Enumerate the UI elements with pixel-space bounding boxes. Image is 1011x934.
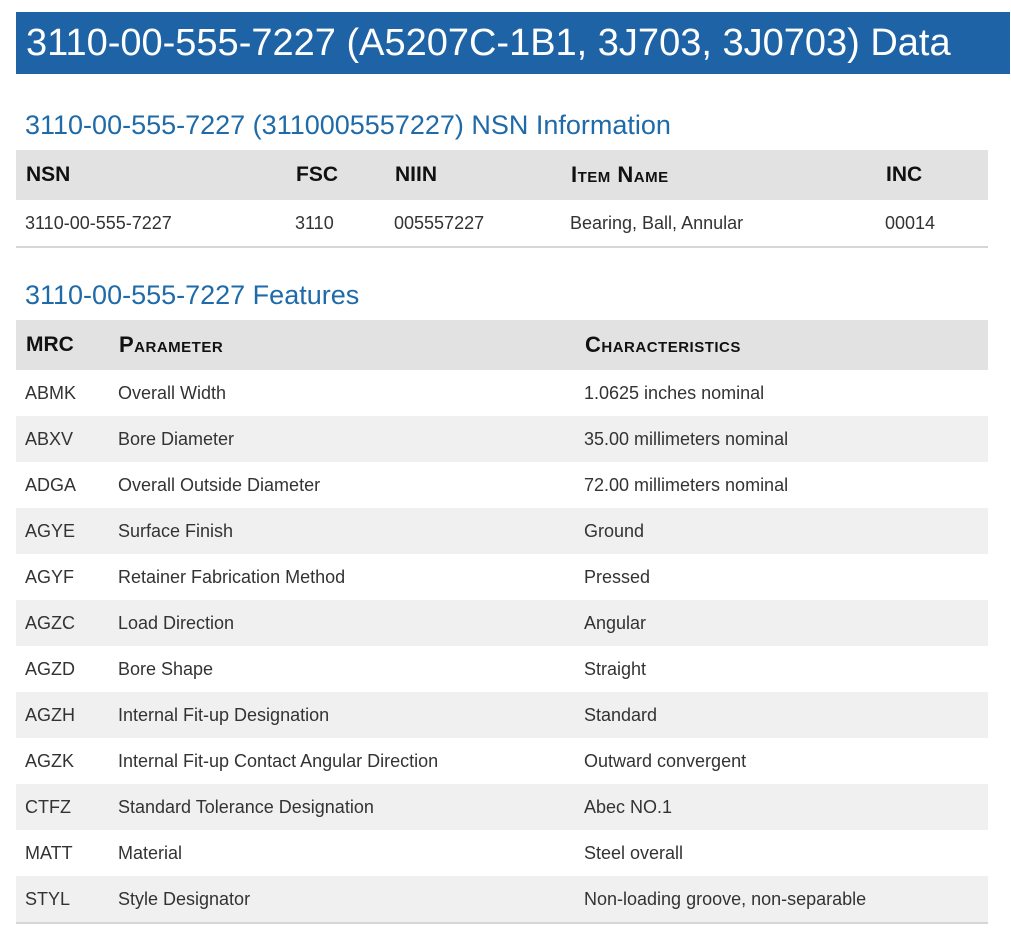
cell-parameter: Internal Fit-up Designation <box>109 692 575 738</box>
cell-mrc: AGYE <box>16 508 109 554</box>
cell-parameter: Bore Diameter <box>109 416 575 462</box>
page-title-banner: 3110-00-555-7227 (A5207C-1B1, 3J703, 3J0… <box>16 12 1010 74</box>
cell-characteristics: Abec NO.1 <box>575 784 988 830</box>
cell-mrc: ABXV <box>16 416 109 462</box>
cell-fsc: 3110 <box>295 212 334 233</box>
cell-parameter: Internal Fit-up Contact Angular Directio… <box>118 750 439 771</box>
cell-characteristics: Non-loading groove, non-separable <box>575 876 988 923</box>
cell-mrc: ADGA <box>25 474 77 495</box>
table-row: AGZC Load Direction Angular <box>16 600 988 646</box>
header-nsn: NSN <box>16 150 286 200</box>
cell-characteristics: 72.00 millimeters nominal <box>584 474 789 495</box>
nsn-information-heading: 3110-00-555-7227 (3110005557227) NSN Inf… <box>25 110 671 140</box>
header-fsc: FSC <box>286 150 385 200</box>
cell-niin: 005557227 <box>394 212 485 233</box>
cell-characteristics: Angular <box>575 600 988 646</box>
features-header-row: MRC Parameter Characteristics <box>16 320 988 370</box>
cell-characteristics: Ground <box>575 508 988 554</box>
cell-item-name: Bearing, Ball, Annular <box>570 212 744 233</box>
header-item-name: Item Name <box>561 150 876 200</box>
cell-characteristics: 1.0625 inches nominal <box>584 382 765 403</box>
cell-mrc: AGZD <box>25 658 76 679</box>
nsn-information-table: NSN FSC NIIN Item Name INC 3110-00-555-7… <box>16 150 988 248</box>
cell-parameter: Overall Width <box>118 382 227 403</box>
cell-inc: 00014 <box>885 212 936 233</box>
table-row: ABMK Overall Width 1.0625 inches nominal <box>16 370 988 416</box>
cell-characteristics: Standard <box>575 692 988 738</box>
cell-characteristics: 35.00 millimeters nominal <box>575 416 988 462</box>
table-row: STYL Style Designator Non-loading groove… <box>16 876 988 923</box>
cell-parameter: Material <box>118 842 183 863</box>
cell-parameter: Retainer Fabrication Method <box>118 566 346 587</box>
page: 3110-00-555-7227 (A5207C-1B1, 3J703, 3J0… <box>0 0 1011 934</box>
cell-mrc: AGYF <box>25 566 75 587</box>
table-row: CTFZ Standard Tolerance Designation Abec… <box>16 784 988 830</box>
table-row: 3110-00-555-7227 3110 005557227 Bearing,… <box>16 200 988 247</box>
table-row: AGZH Internal Fit-up Designation Standar… <box>16 692 988 738</box>
cell-mrc: AGZK <box>25 750 75 771</box>
cell-characteristics: Pressed <box>584 566 651 587</box>
header-parameter: Parameter <box>109 320 575 370</box>
cell-parameter: Load Direction <box>109 600 575 646</box>
features-table: MRC Parameter Characteristics ABMK Overa… <box>16 320 988 924</box>
table-row: AGZK Internal Fit-up Contact Angular Dir… <box>16 738 988 784</box>
table-row: ABXV Bore Diameter 35.00 millimeters nom… <box>16 416 988 462</box>
header-niin: NIIN <box>385 150 561 200</box>
header-mrc: MRC <box>16 320 109 370</box>
table-row: MATT Material Steel overall <box>16 830 988 876</box>
nsn-header-row: NSN FSC NIIN Item Name INC <box>16 150 988 200</box>
cell-characteristics: Outward convergent <box>584 750 747 771</box>
cell-parameter: Bore Shape <box>118 658 214 679</box>
table-row: AGYF Retainer Fabrication Method Pressed <box>16 554 988 600</box>
features-heading: 3110-00-555-7227 Features <box>25 280 360 310</box>
cell-mrc: AGZH <box>16 692 109 738</box>
cell-parameter: Standard Tolerance Designation <box>109 784 575 830</box>
cell-parameter: Surface Finish <box>109 508 575 554</box>
header-characteristics: Characteristics <box>575 320 988 370</box>
cell-mrc: ABMK <box>25 382 77 403</box>
table-row: AGZD Bore Shape Straight <box>16 646 988 692</box>
cell-mrc: MATT <box>25 842 73 863</box>
cell-parameter: Style Designator <box>109 876 575 923</box>
cell-mrc: AGZC <box>16 600 109 646</box>
cell-mrc: CTFZ <box>16 784 109 830</box>
cell-mrc: STYL <box>16 876 109 923</box>
table-row: AGYE Surface Finish Ground <box>16 508 988 554</box>
cell-nsn: 3110-00-555-7227 <box>25 212 172 233</box>
cell-parameter: Overall Outside Diameter <box>118 474 321 495</box>
table-row: ADGA Overall Outside Diameter 72.00 mill… <box>16 462 988 508</box>
cell-characteristics: Straight <box>584 658 647 679</box>
cell-characteristics: Steel overall <box>584 842 684 863</box>
header-inc: INC <box>876 150 988 200</box>
